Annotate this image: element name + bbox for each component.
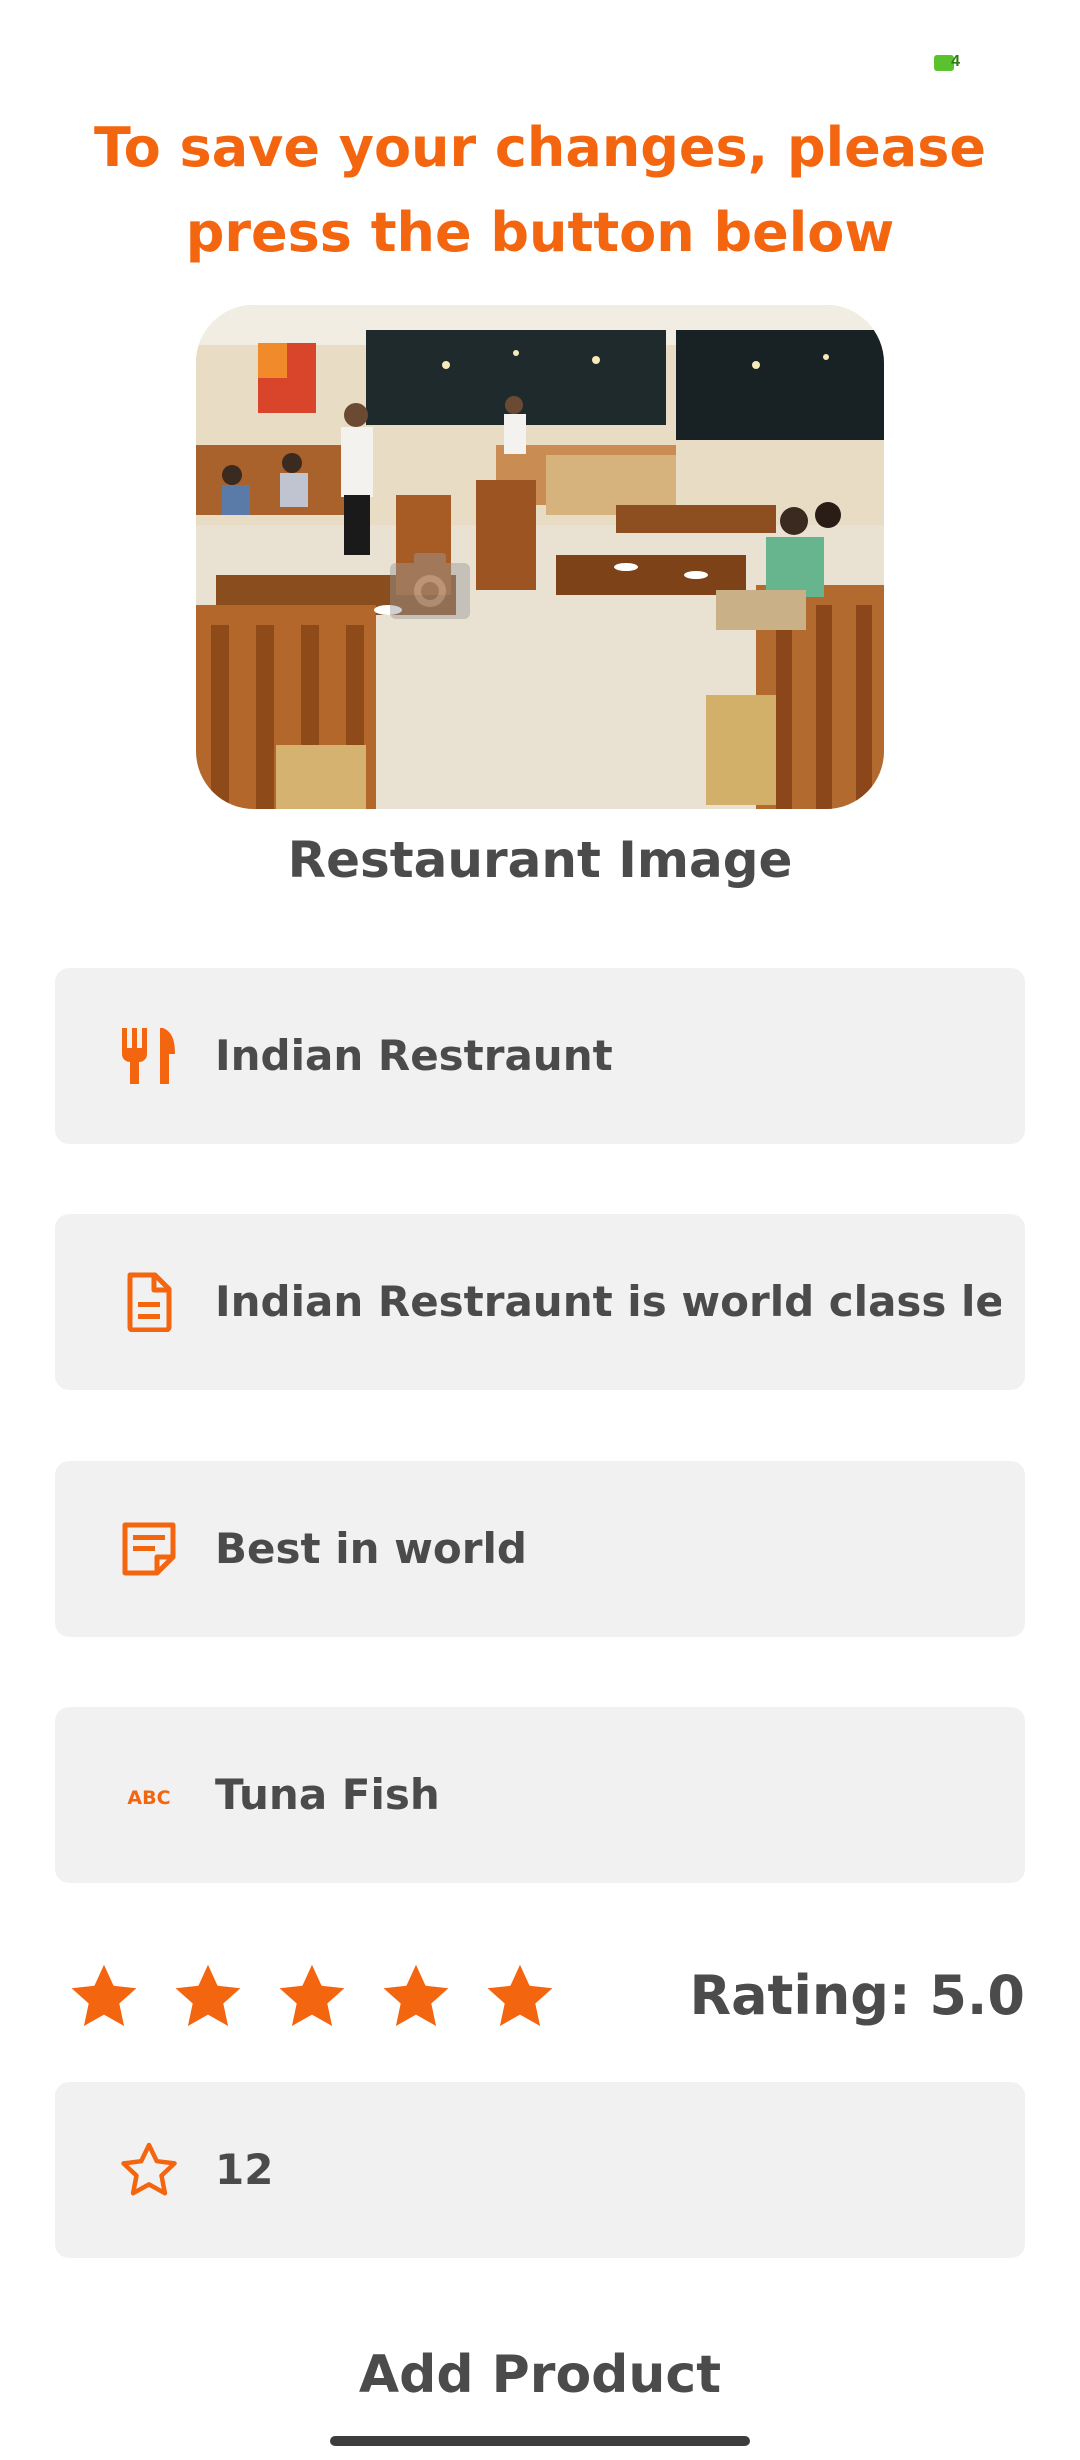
restaurant-image[interactable] — [196, 305, 884, 809]
dish-value: Tuna Fish — [215, 1770, 440, 1819]
description-value: Indian Restraunt is world class lead — [215, 1277, 1001, 1326]
star-icon[interactable] — [276, 1960, 348, 2032]
star-outline-icon — [121, 2142, 177, 2196]
restaurant-image-caption: Restaurant Image — [287, 831, 793, 889]
star-icon[interactable] — [484, 1960, 556, 2032]
rating-count-value: 12 — [215, 2145, 274, 2194]
rating-label: Rating: 5.0 — [689, 1964, 1026, 2027]
star-icon[interactable] — [380, 1960, 452, 2032]
battery-level: 4 — [951, 53, 960, 70]
note-icon — [122, 1522, 176, 1576]
rating-stars[interactable] — [68, 1960, 556, 2036]
battery-icon: 4 — [934, 53, 960, 71]
restaurant-name-field[interactable]: Indian Restraunt — [55, 968, 1025, 1144]
add-product-button[interactable]: Add Product — [0, 2340, 1080, 2410]
dish-field[interactable]: ABC Tuna Fish — [55, 1707, 1025, 1883]
restaurant-photo — [196, 305, 884, 809]
document-icon — [127, 1272, 172, 1332]
restaurant-name-value: Indian Restraunt — [215, 1031, 613, 1080]
cutlery-icon — [122, 1028, 175, 1084]
rating-count-field[interactable]: 12 — [55, 2082, 1025, 2258]
description-field[interactable]: Indian Restraunt is world class lead — [55, 1214, 1025, 1390]
tagline-field[interactable]: Best in world — [55, 1461, 1025, 1637]
abc-icon: ABC — [127, 1787, 170, 1809]
page-title: To save your changes, please press the b… — [93, 116, 986, 264]
star-icon[interactable] — [172, 1960, 244, 2032]
star-icon[interactable] — [68, 1960, 140, 2032]
home-indicator[interactable] — [330, 2436, 750, 2446]
svg-text:ABC: ABC — [127, 1787, 170, 1809]
tagline-value: Best in world — [215, 1524, 527, 1573]
